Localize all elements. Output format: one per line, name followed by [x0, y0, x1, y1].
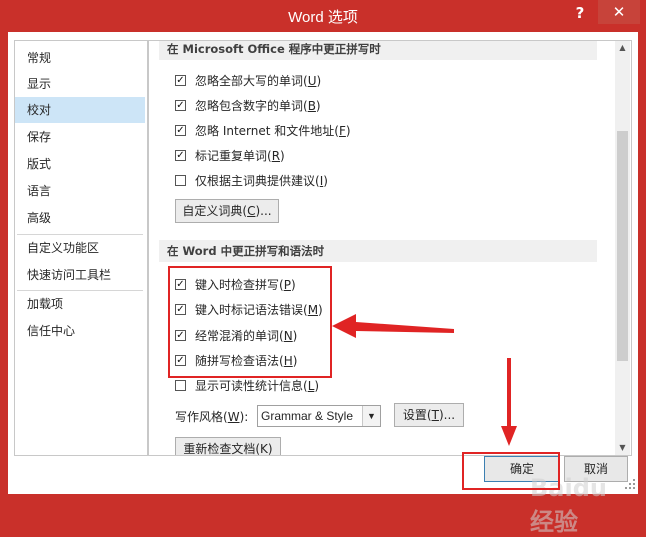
arrow-left-icon — [332, 314, 454, 338]
arrow-down-icon — [501, 358, 517, 446]
annotation-arrows — [332, 314, 517, 446]
